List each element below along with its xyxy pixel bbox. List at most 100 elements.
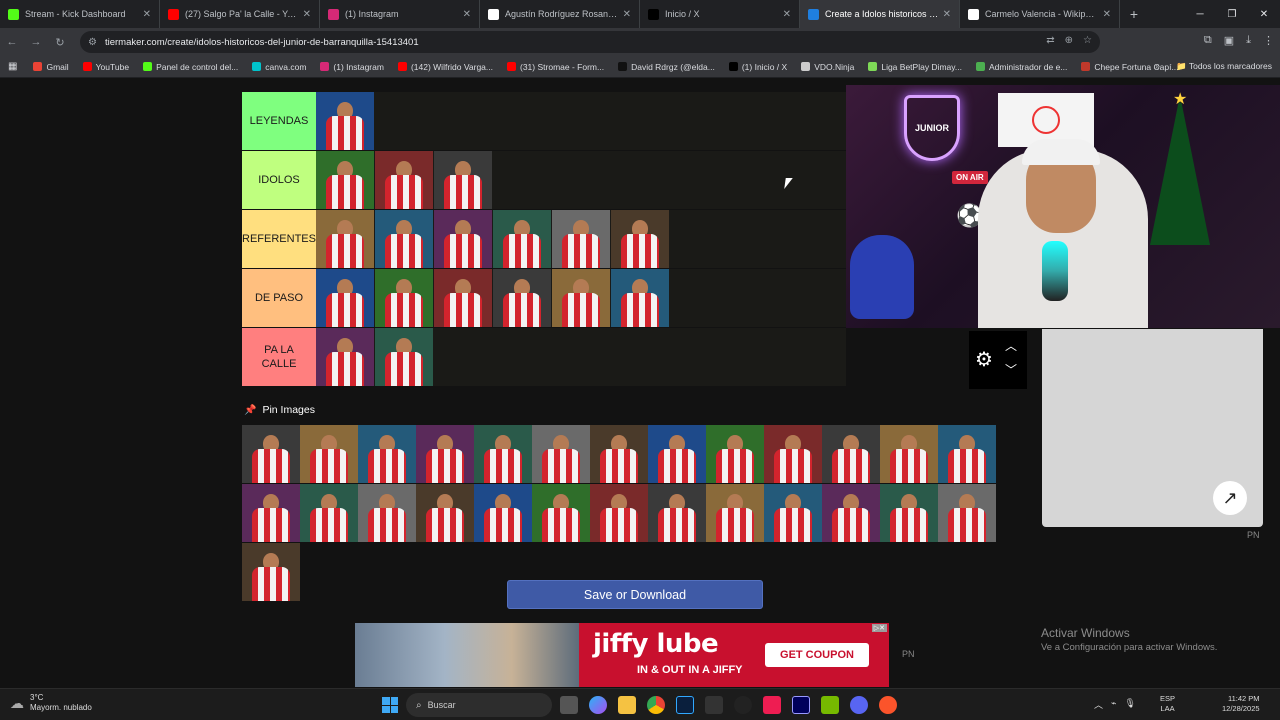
tab-close-icon[interactable]: ✕ — [143, 9, 151, 20]
player-image[interactable] — [938, 425, 996, 483]
taskbar-clock[interactable]: 11:42 PM 12/28/2025 — [1222, 694, 1260, 714]
player-image[interactable] — [242, 425, 300, 483]
player-image[interactable] — [434, 151, 492, 209]
extensions-icon[interactable]: ⧉ — [1204, 34, 1212, 47]
player-image[interactable] — [316, 92, 374, 150]
chevron-up-icon[interactable]: ︿ — [1005, 337, 1017, 354]
browser-tab[interactable]: Create a Idolos historicos del ju ✕ — [800, 0, 960, 28]
tab-close-icon[interactable]: ✕ — [463, 9, 471, 20]
weather-widget[interactable]: ☁ 3°C Mayorm. nublado — [10, 693, 92, 713]
tier-label[interactable]: DE PASO — [242, 269, 316, 327]
player-image[interactable] — [375, 269, 433, 327]
player-image[interactable] — [434, 210, 492, 268]
player-image[interactable] — [316, 151, 374, 209]
tray-chevron-icon[interactable]: ︿ — [1094, 698, 1103, 711]
discord-icon[interactable] — [850, 696, 868, 714]
player-image[interactable] — [822, 425, 880, 483]
bookmark-item[interactable]: (31) Stromae - Form... — [507, 62, 604, 72]
network-icon[interactable]: ⌁ — [1111, 698, 1116, 711]
minimize-icon[interactable]: ─ — [1184, 0, 1216, 28]
player-image[interactable] — [880, 425, 938, 483]
tab-close-icon[interactable]: ✕ — [623, 9, 631, 20]
player-image[interactable] — [648, 484, 706, 542]
tab-close-icon[interactable]: ✕ — [783, 9, 791, 20]
browser-tab[interactable]: Inicio / X ✕ — [640, 0, 800, 28]
browser-tab[interactable]: Agustín Rodríguez Rosano - W ✕ — [480, 0, 640, 28]
close-window-icon[interactable]: ✕ — [1248, 0, 1280, 28]
restore-icon[interactable]: ❐ — [1216, 0, 1248, 28]
player-image[interactable] — [880, 484, 938, 542]
copilot-icon[interactable] — [589, 696, 607, 714]
player-image[interactable] — [242, 543, 300, 601]
player-image[interactable] — [493, 269, 551, 327]
player-image[interactable] — [316, 328, 374, 386]
new-tab-icon[interactable]: + — [1120, 0, 1148, 28]
tab-close-icon[interactable]: ✕ — [303, 9, 311, 20]
player-image[interactable] — [434, 269, 492, 327]
player-image[interactable] — [552, 210, 610, 268]
bookmark-item[interactable]: David Rdrgz (@elda... — [618, 62, 715, 72]
nvidia-icon[interactable] — [821, 696, 839, 714]
bookmark-item[interactable]: Liga BetPlay Dimay... — [868, 62, 962, 72]
taskbar-search[interactable]: ⌕ Buscar — [406, 693, 552, 717]
expand-arrow-icon[interactable]: ↗ — [1213, 481, 1247, 515]
player-image[interactable] — [706, 425, 764, 483]
gear-icon[interactable]: ⚙ — [975, 347, 993, 372]
browser-tab[interactable]: (1) Instagram ✕ — [320, 0, 480, 28]
file-explorer-icon[interactable] — [618, 696, 636, 714]
bookmark-item[interactable]: (142) Wilfrido Varga... — [397, 62, 493, 72]
player-image[interactable] — [416, 425, 474, 483]
player-image[interactable] — [938, 484, 996, 542]
windows-start-icon[interactable] — [382, 697, 398, 713]
tier-label[interactable]: LEYENDAS — [242, 92, 316, 150]
bookmarks-overflow-icon[interactable]: » — [1155, 61, 1160, 71]
all-bookmarks-folder[interactable]: 📁 Todos los marcadores — [1176, 61, 1272, 72]
browser-tab[interactable]: (27) Salgo Pa' la Calle - YouTub ✕ — [160, 0, 320, 28]
bookmark-item[interactable]: Administrador de e... — [975, 62, 1067, 72]
player-image[interactable] — [316, 269, 374, 327]
player-image[interactable] — [375, 328, 433, 386]
reload-icon[interactable]: ↻ — [48, 36, 72, 49]
back-icon[interactable]: ← — [0, 36, 24, 48]
player-image[interactable] — [590, 425, 648, 483]
player-image[interactable] — [532, 425, 590, 483]
player-image[interactable] — [358, 425, 416, 483]
player-image[interactable] — [493, 210, 551, 268]
mic-icon[interactable]: 🎙 — [1124, 698, 1135, 711]
tier-label[interactable]: PA LA CALLE — [242, 328, 316, 386]
player-image[interactable] — [611, 269, 669, 327]
player-image[interactable] — [358, 484, 416, 542]
sidebar-icon[interactable]: ▣ — [1224, 34, 1234, 47]
player-image[interactable] — [764, 425, 822, 483]
player-image[interactable] — [532, 484, 590, 542]
menu-icon[interactable]: ⋮ — [1263, 34, 1274, 47]
bookmark-item[interactable]: canva.com — [252, 62, 306, 72]
player-image[interactable] — [416, 484, 474, 542]
bookmark-star-icon[interactable]: ☆ — [1083, 35, 1092, 46]
player-image[interactable] — [590, 484, 648, 542]
bookmark-item[interactable]: (1) Inicio / X — [728, 62, 787, 72]
bookmark-item[interactable]: VDO.Ninja — [801, 62, 854, 72]
bookmark-item[interactable]: (1) Instagram — [320, 62, 384, 72]
tier-label[interactable]: REFERENTES — [242, 210, 316, 268]
browser-tab[interactable]: Stream - Kick Dashboard ✕ — [0, 0, 160, 28]
chevron-down-icon[interactable]: ﹀ — [1005, 361, 1017, 378]
player-image[interactable] — [300, 484, 358, 542]
tab-close-icon[interactable]: ✕ — [1103, 9, 1111, 20]
player-image[interactable] — [474, 425, 532, 483]
site-info-icon[interactable]: ⚙ — [88, 37, 97, 48]
get-coupon-button[interactable]: GET COUPON — [765, 643, 869, 667]
app-icon[interactable] — [734, 696, 752, 714]
forward-icon[interactable]: → — [24, 36, 48, 48]
photoshop-icon[interactable] — [676, 696, 694, 714]
chrome-icon[interactable] — [647, 696, 665, 714]
player-image[interactable] — [300, 425, 358, 483]
jiffy-lube-ad[interactable]: jiffy lube IN & OUT IN A JIFFY GET COUPO… — [355, 623, 889, 687]
translate-icon[interactable]: ⇄ — [1046, 35, 1054, 46]
player-image[interactable] — [822, 484, 880, 542]
player-image[interactable] — [316, 210, 374, 268]
bookmark-item[interactable]: Chepe Fortuna Capí... — [1081, 62, 1179, 72]
player-image[interactable] — [648, 425, 706, 483]
player-image[interactable] — [375, 151, 433, 209]
tab-close-icon[interactable]: ✕ — [943, 9, 951, 20]
